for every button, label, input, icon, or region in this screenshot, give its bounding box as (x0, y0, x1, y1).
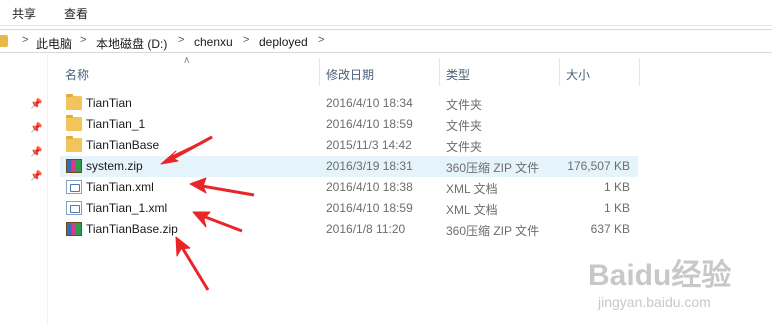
breadcrumb-local-disk[interactable]: 本地磁盘 (D:) (96, 35, 167, 52)
zip-archive-icon (66, 159, 82, 173)
chevron-right-icon[interactable]: > (22, 34, 28, 46)
file-type: 文件夹 (446, 140, 483, 154)
file-date: 2016/4/10 18:34 (326, 96, 413, 110)
watermark-site: jingyan.baidu.com (598, 294, 711, 310)
annotation-arrow (178, 243, 210, 291)
file-name: TianTian (86, 96, 132, 110)
file-name: TianTian.xml (86, 180, 154, 194)
file-date: 2016/1/8 11:20 (326, 222, 406, 236)
file-name: system.zip (86, 159, 143, 173)
zip-archive-icon (66, 222, 82, 236)
file-type: XML 文档 (446, 182, 498, 196)
ribbon-tabs: 共享 查看 (0, 0, 772, 26)
column-header-label: 名称 (65, 68, 90, 82)
file-name: TianTian_1 (86, 117, 146, 131)
file-size: 1 KB (603, 180, 630, 194)
column-header-size[interactable]: 大小 (560, 58, 640, 86)
file-row-selected[interactable]: system.zip 2016/3/19 18:31 360压缩 ZIP 文件 … (60, 156, 638, 177)
column-header-type[interactable]: 类型 (440, 58, 558, 86)
column-header-label: 修改日期 (326, 68, 375, 82)
file-name: TianTianBase.zip (86, 222, 178, 236)
column-header-date[interactable]: 修改日期 (320, 58, 438, 86)
column-divider[interactable] (639, 58, 640, 86)
pin-icon[interactable]: 📌 (30, 124, 42, 134)
xml-document-icon (66, 180, 82, 194)
folder-icon (66, 94, 82, 110)
file-type: 360压缩 ZIP 文件 (446, 161, 540, 175)
address-bar[interactable]: > 此电脑 > 本地磁盘 (D:) > chenxu > deployed > (0, 29, 772, 53)
file-name: TianTianBase (86, 138, 160, 152)
pin-icon[interactable]: 📌 (30, 148, 42, 158)
file-row[interactable]: TianTian_1.xml 2016/4/10 18:59 XML 文档 1 … (60, 198, 638, 219)
xml-document-icon (66, 201, 82, 215)
breadcrumb-this-pc[interactable]: 此电脑 (36, 35, 72, 52)
file-date: 2016/4/10 18:59 (326, 201, 413, 215)
file-row[interactable]: TianTian 2016/4/10 18:34 文件夹 (60, 93, 638, 114)
breadcrumb-chenxu[interactable]: chenxu (194, 35, 233, 49)
breadcrumb-deployed[interactable]: deployed (259, 35, 308, 49)
file-name: TianTian_1.xml (86, 201, 168, 215)
file-type: 文件夹 (446, 98, 483, 112)
baidu-jingyan-watermark: Baidu经验 jingyan.baidu.com (588, 250, 764, 320)
pin-icon[interactable]: 📌 (30, 100, 42, 110)
file-date: 2016/4/10 18:59 (326, 117, 413, 131)
pin-icon[interactable]: 📌 (30, 172, 42, 182)
file-type: XML 文档 (446, 203, 498, 217)
file-type: 360压缩 ZIP 文件 (446, 224, 540, 238)
tab-share[interactable]: 共享 (12, 5, 36, 22)
file-row[interactable]: TianTian_1 2016/4/10 18:59 文件夹 (60, 114, 638, 135)
file-row[interactable]: TianTian.xml 2016/4/10 18:38 XML 文档 1 KB (60, 177, 638, 198)
column-header-name[interactable]: 名称 (60, 58, 318, 86)
file-row[interactable]: TianTianBase 2015/11/3 14:42 文件夹 (60, 135, 638, 156)
file-size: 637 KB (590, 222, 630, 236)
file-size: 176,507 KB (567, 159, 630, 173)
file-date: 2016/3/19 18:31 (326, 159, 413, 173)
chevron-right-icon[interactable]: > (80, 34, 86, 46)
file-size: 1 KB (603, 201, 630, 215)
folder-icon (66, 136, 82, 152)
file-date: 2015/11/3 14:42 (326, 138, 412, 152)
chevron-right-icon[interactable]: > (318, 34, 324, 46)
column-header-label: 大小 (566, 68, 591, 82)
tab-view[interactable]: 查看 (64, 5, 88, 22)
folder-icon (0, 35, 8, 47)
file-type: 文件夹 (446, 119, 483, 133)
chevron-right-icon[interactable]: > (178, 34, 184, 46)
file-date: 2016/4/10 18:38 (326, 180, 413, 194)
watermark-logo: Baidu经验 (588, 259, 732, 292)
chevron-right-icon[interactable]: > (243, 34, 249, 46)
folder-icon (66, 115, 82, 131)
column-header-label: 类型 (446, 68, 471, 82)
quick-access-pane: 📌 📌 📌 📌 (0, 54, 48, 325)
file-row[interactable]: TianTianBase.zip 2016/1/8 11:20 360压缩 ZI… (60, 219, 638, 240)
